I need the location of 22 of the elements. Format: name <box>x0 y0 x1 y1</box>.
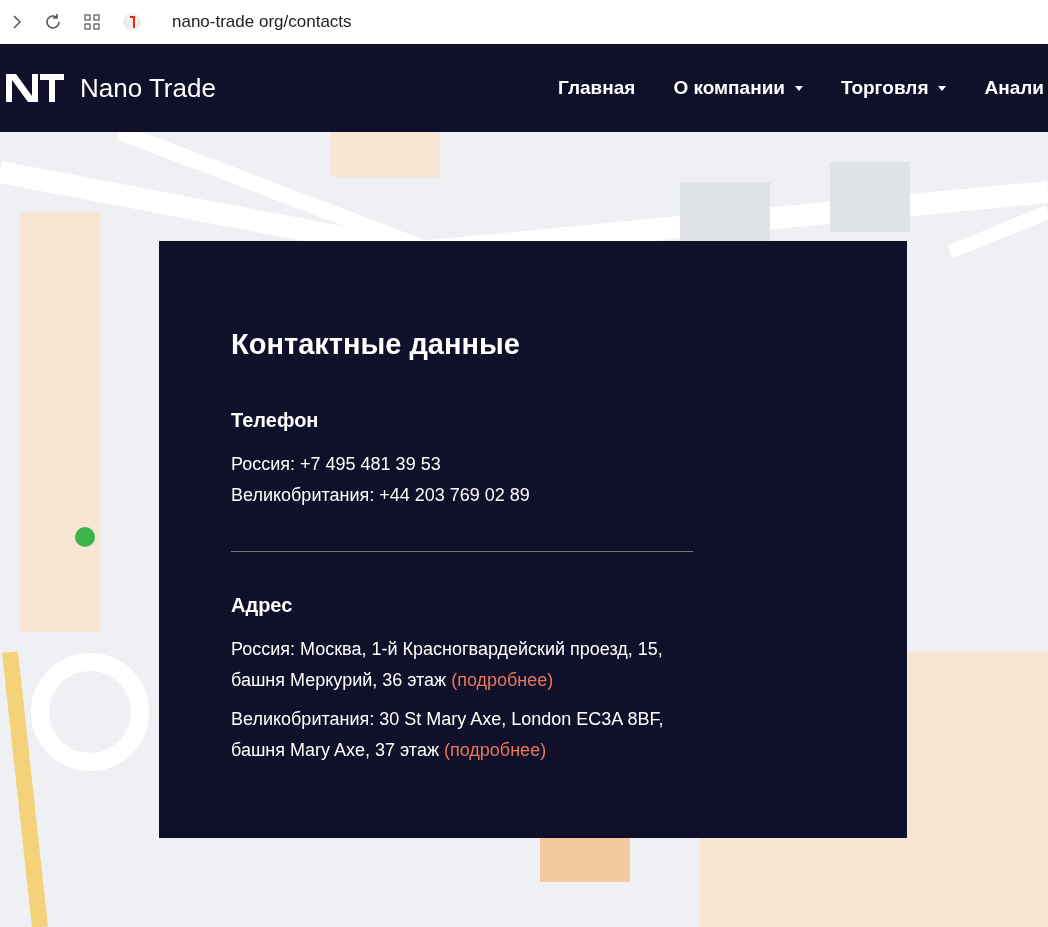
nav-link[interactable]: О компании <box>673 73 803 103</box>
address-heading: Адрес <box>231 592 294 618</box>
caret-icon <box>795 86 803 92</box>
phone-heading: Телефон <box>231 407 320 433</box>
more-link[interactable]: (подробнее) <box>451 669 554 690</box>
contacts-title: Контактные данные <box>231 327 521 362</box>
site-icon <box>122 12 142 32</box>
address-bar-url[interactable]: nano-trade org/contacts <box>172 9 352 35</box>
logo-icon <box>6 74 64 102</box>
address-text: Великобритания: 30 St Mary Axe, London EC3A 8BF, башня Mary Axe, 37 этаж (подробнее) <box>231 707 665 762</box>
grid-icon[interactable] <box>84 14 100 30</box>
reload-icon[interactable] <box>44 13 62 31</box>
nav-link[interactable]: Анали <box>984 73 1044 103</box>
phone-number: Россия: +7 495 481 39 53 <box>231 452 442 476</box>
more-link[interactable]: (подробнее) <box>444 739 547 760</box>
caret-icon <box>938 86 947 92</box>
phone-number: Великобритания: +44 203 769 02 89 <box>231 483 531 507</box>
nav-link[interactable]: Главная <box>558 73 636 103</box>
nav-link[interactable]: Торговля <box>841 73 947 103</box>
brand-name[interactable]: Nano Trade <box>80 68 216 108</box>
address-text: Россия: Москва, 1-й Красногвардейский проезд, 15, башня Меркурий, 36 этаж (подробнее) <box>231 637 664 692</box>
forward-icon[interactable] <box>12 14 22 30</box>
